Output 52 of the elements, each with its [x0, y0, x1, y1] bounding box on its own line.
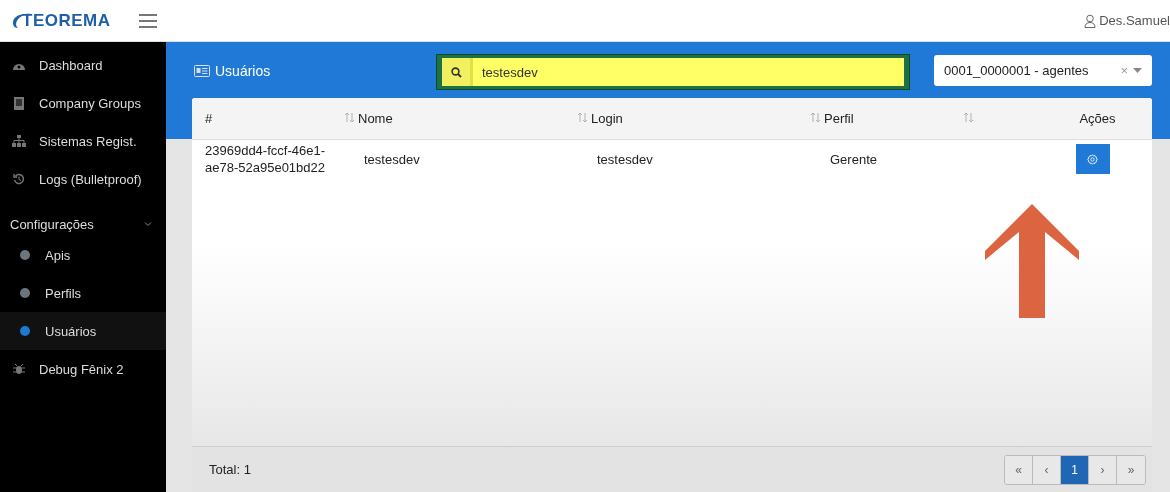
- sidebar-item[interactable]: Dashboard: [0, 46, 166, 84]
- chevron-icon: [144, 221, 152, 227]
- item-label: Logs (Bulletproof): [39, 171, 142, 187]
- item-label: Company Groups: [39, 95, 141, 111]
- sidebar-item[interactable]: Company Groups: [0, 84, 166, 122]
- item-label: Sistemas Regist.: [39, 133, 137, 149]
- building-icon: [12, 96, 26, 110]
- column-header: Nome: [358, 111, 393, 126]
- dot-icon: [20, 250, 30, 260]
- dot-icon: [20, 326, 30, 336]
- page-button[interactable]: 1: [1061, 455, 1089, 484]
- item-label: Dashboard: [39, 57, 103, 73]
- search-icon: [442, 58, 473, 86]
- column-header: #: [205, 111, 213, 126]
- subitem-label: Apis: [45, 247, 71, 263]
- bug-icon: [12, 363, 26, 375]
- page-button[interactable]: ‹: [1033, 455, 1061, 484]
- gear-icon: [1087, 153, 1098, 165]
- id-card-icon: [194, 64, 210, 77]
- table-cell-text: 23969dd4-fccf-46e1-ae78-52a95e01bd22: [204, 142, 326, 177]
- total-count: Total: 1: [209, 462, 251, 477]
- page-button[interactable]: «: [1005, 455, 1033, 484]
- column-header: Ações: [1079, 111, 1116, 126]
- subitem-label: Perfils: [45, 285, 82, 301]
- user-name[interactable]: Des.Samuel: [1099, 13, 1170, 28]
- page-button[interactable]: »: [1117, 455, 1145, 484]
- group-label: Configurações: [10, 216, 94, 232]
- history-icon: [12, 173, 26, 185]
- column-header: Perfil: [824, 111, 854, 126]
- table-cell-text: testesdev: [363, 150, 421, 169]
- sidebar-item[interactable]: Sistemas Regist.: [0, 122, 166, 160]
- page-title: Usuários: [215, 62, 271, 79]
- table-cell-text: testesdev: [596, 150, 654, 169]
- settings-button[interactable]: [1075, 144, 1110, 174]
- company-select[interactable]: 0001_0000001 - agentes ×: [934, 55, 1152, 86]
- table-cell-text: Gerente: [829, 150, 878, 169]
- sidebar-subitem[interactable]: Usuários: [0, 312, 166, 350]
- menu-icon[interactable]: [138, 13, 157, 28]
- item-label: Debug Fênix 2: [39, 361, 124, 377]
- column-header: Login: [591, 111, 623, 126]
- user-icon: [1084, 13, 1097, 28]
- page-button[interactable]: ›: [1089, 455, 1117, 484]
- dot-icon: [20, 288, 30, 298]
- logo-text: TEOREMA: [22, 10, 111, 31]
- sidebar-item[interactable]: Debug Fênix 2: [0, 350, 166, 388]
- subitem-label: Usuários: [45, 323, 97, 339]
- sitemap-icon: [12, 135, 26, 147]
- sidebar-subitem[interactable]: Perfils: [0, 274, 166, 312]
- dropdown-caret-icon: [1133, 68, 1142, 73]
- sidebar-group[interactable]: Configurações: [0, 198, 166, 236]
- sidebar-subitem[interactable]: Apis: [0, 236, 166, 274]
- sidebar-item[interactable]: Logs (Bulletproof): [0, 160, 166, 198]
